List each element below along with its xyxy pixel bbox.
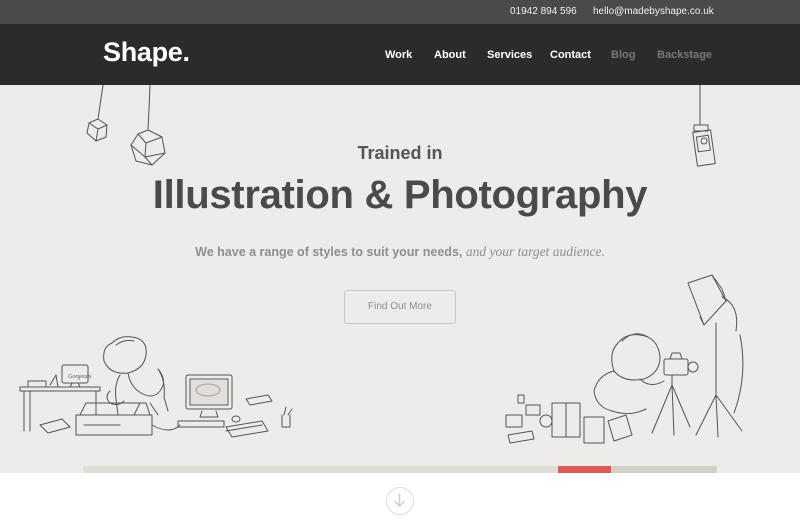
hanging-ornament-small <box>86 85 108 142</box>
scroll-down-button[interactable] <box>386 487 414 515</box>
nav-contact[interactable]: Contact <box>550 49 591 61</box>
hero-tagline: We have a range of styles to suit your n… <box>0 244 800 260</box>
nav-work[interactable]: Work <box>385 49 412 61</box>
slider-progress[interactable] <box>83 466 717 473</box>
slider-active-segment[interactable] <box>558 466 611 473</box>
arrow-down-circle-icon <box>394 493 405 507</box>
photographer-scene <box>505 274 744 444</box>
contact-bar: 01942 894 596 hello@madebyshape.co.uk <box>0 0 800 24</box>
nav-services[interactable]: Services <box>487 49 532 61</box>
tagline-main: We have a range of styles to suit your n… <box>195 245 463 259</box>
desk-scene <box>19 336 293 438</box>
nav-backstage[interactable]: Backstage <box>657 49 712 61</box>
tagline-italic: and your target audience. <box>465 244 605 259</box>
nav-blog[interactable]: Blog <box>611 49 635 61</box>
hero-title: Illustration & Photography <box>152 173 648 217</box>
desk-sign-text: Gorgeous <box>68 374 92 380</box>
hero-subtitle: Trained in <box>357 143 443 163</box>
find-out-more-button[interactable]: Find Out More <box>344 290 456 324</box>
hero-section: Gorgeous Trained in Illustration & Photo… <box>0 85 800 473</box>
nav-about[interactable]: About <box>434 49 466 61</box>
main-navbar: Shape. Work About Services Contact Blog … <box>0 24 800 85</box>
email-link[interactable]: hello@madebyshape.co.uk <box>593 6 714 17</box>
phone-number[interactable]: 01942 894 596 <box>510 6 577 17</box>
slider-next-segment[interactable] <box>611 466 717 473</box>
site-logo[interactable]: Shape. <box>103 37 190 68</box>
